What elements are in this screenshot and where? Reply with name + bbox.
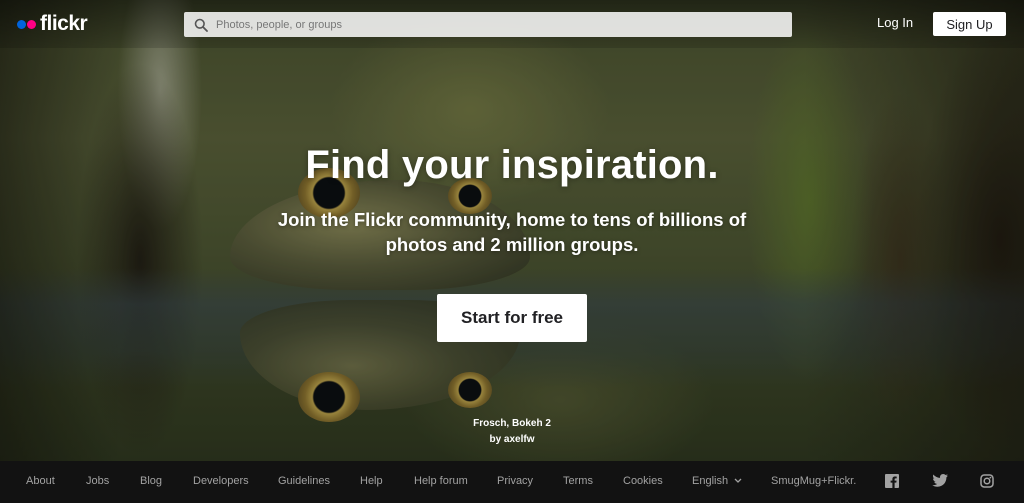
footer-link-help[interactable]: Help — [360, 475, 383, 487]
footer-link-smugmug[interactable]: SmugMug+Flickr. — [771, 475, 856, 487]
twitter-icon[interactable] — [932, 474, 948, 490]
footer-link-about[interactable]: About — [26, 475, 55, 487]
language-selector[interactable]: English — [692, 475, 742, 487]
footer: About Jobs Blog Developers Guidelines He… — [0, 461, 1024, 503]
footer-link-developers[interactable]: Developers — [193, 475, 249, 487]
flickr-logo[interactable]: flickr — [17, 12, 88, 36]
hero-headline: Find your inspiration. — [305, 143, 719, 187]
photo-author-link[interactable]: by axelfw — [440, 432, 584, 448]
search-bar[interactable] — [184, 12, 792, 37]
footer-link-privacy[interactable]: Privacy — [497, 475, 533, 487]
photo-title-link[interactable]: Frosch, Bokeh 2 — [440, 416, 584, 432]
hero-subheadline: Join the Flickr community, home to tens … — [277, 209, 747, 255]
signup-button[interactable]: Sign Up — [933, 12, 1006, 36]
footer-link-jobs[interactable]: Jobs — [86, 475, 109, 487]
logo-wordmark: flickr — [40, 12, 88, 35]
top-navigation: flickr Log In Sign Up — [0, 0, 1024, 48]
facebook-icon[interactable] — [885, 474, 901, 490]
instagram-icon[interactable] — [980, 474, 996, 490]
footer-link-blog[interactable]: Blog — [140, 475, 162, 487]
login-link[interactable]: Log In — [877, 15, 913, 30]
chevron-down-icon — [734, 478, 742, 484]
language-label: English — [692, 475, 729, 487]
logo-blue-dot — [17, 19, 26, 29]
start-for-free-button[interactable]: Start for free — [437, 294, 587, 342]
footer-link-help-forum[interactable]: Help forum — [414, 475, 468, 487]
logo-pink-dot — [27, 19, 36, 29]
footer-link-guidelines[interactable]: Guidelines — [278, 475, 330, 487]
footer-link-terms[interactable]: Terms — [563, 475, 593, 487]
footer-link-cookies[interactable]: Cookies — [623, 475, 663, 487]
search-icon[interactable] — [188, 12, 214, 37]
search-input[interactable] — [214, 12, 792, 37]
